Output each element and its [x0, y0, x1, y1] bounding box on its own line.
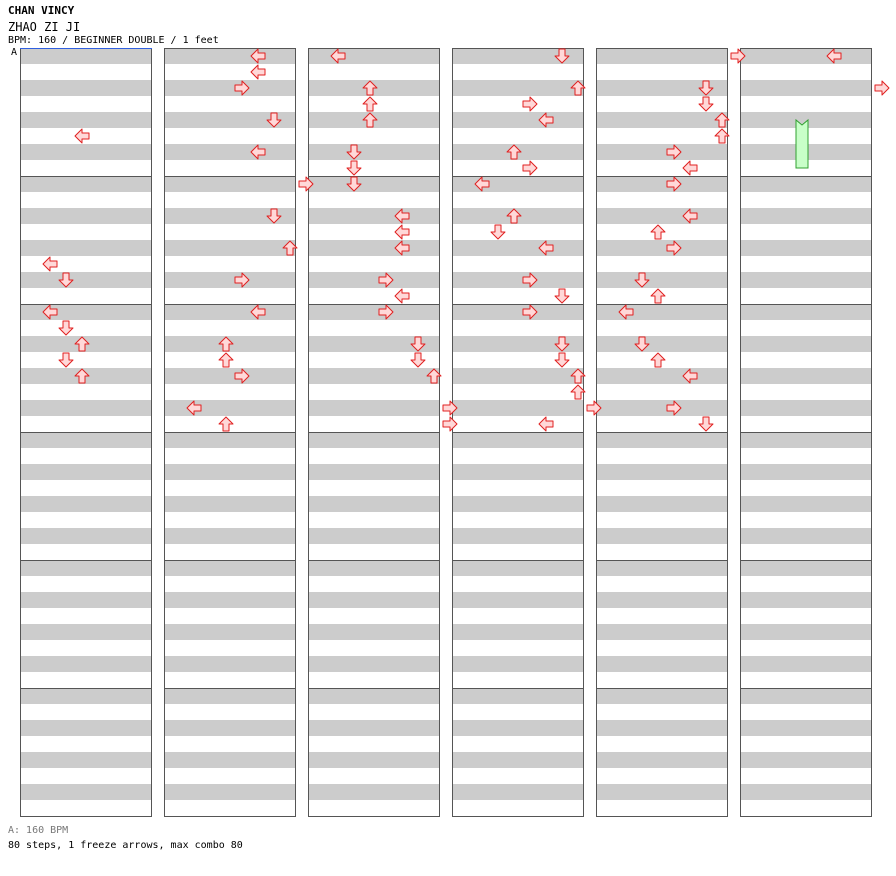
- step-chart: [20, 48, 890, 817]
- step-arrow-right: [874, 80, 890, 96]
- chart-column-2: [164, 48, 296, 817]
- bpm-legend: A: 160 BPM: [8, 825, 69, 836]
- freeze-arrow-body: [795, 118, 809, 169]
- chart-column-3: [308, 48, 440, 817]
- chart-column-1: [20, 48, 152, 817]
- chart-column-5: [596, 48, 728, 817]
- chart-stats: 80 steps, 1 freeze arrows, max combo 80: [8, 840, 243, 851]
- chart-column-4: [452, 48, 584, 817]
